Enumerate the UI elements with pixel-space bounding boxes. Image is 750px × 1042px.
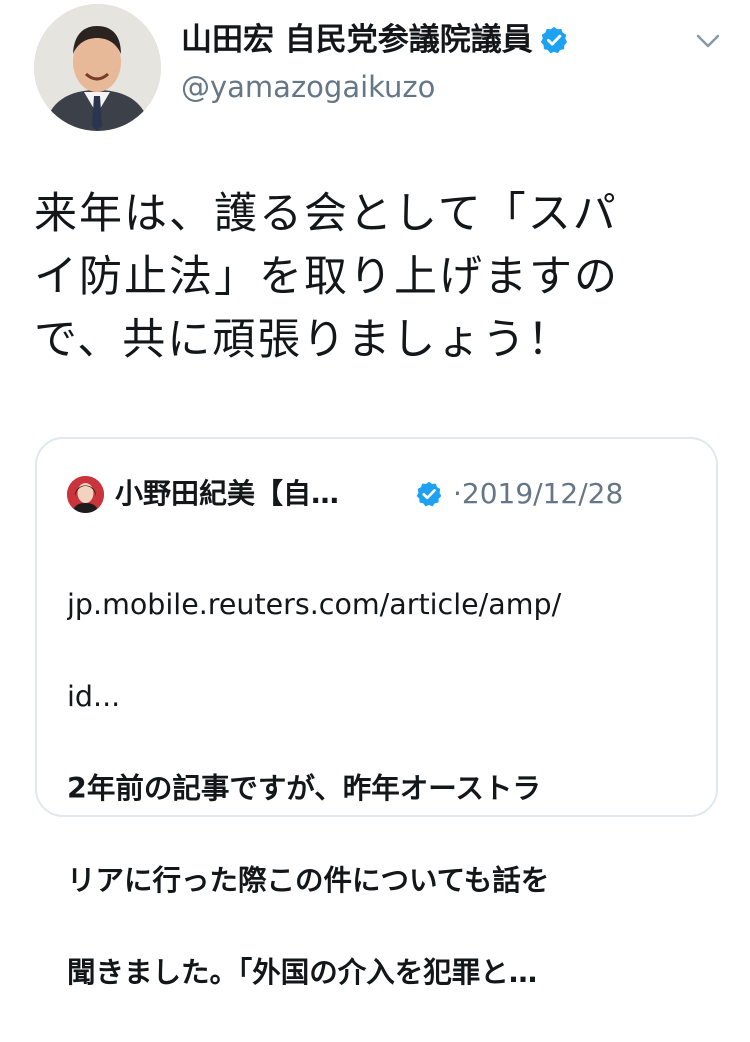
- quoted-text-line-3: 聞きました。「外国の介入を犯罪と…: [67, 956, 538, 989]
- quoted-tweet-card[interactable]: 小野田紀美【自… ·2019/12/28 jp.mobile.reuters.c…: [35, 437, 718, 989]
- date-text[interactable]: 2019/12/28: [462, 477, 623, 510]
- quoted-tweet-date[interactable]: ·2019/12/28: [453, 474, 623, 514]
- quoted-link-line-1[interactable]: jp.mobile.reuters.com/article/amp/: [67, 582, 695, 628]
- author-handle[interactable]: @yamazogaikuzo: [181, 68, 435, 106]
- author-name-text[interactable]: 山田宏 自民党参議院議員: [181, 22, 533, 58]
- author-display-name[interactable]: 山田宏 自民党参議院議員: [181, 20, 569, 65]
- author-avatar[interactable]: [34, 4, 161, 131]
- quoted-author-name[interactable]: 小野田紀美【自…: [115, 474, 339, 514]
- verified-badge-icon: [539, 25, 569, 65]
- quoted-author-avatar: [67, 476, 104, 513]
- verified-badge-icon: [415, 480, 443, 512]
- quoted-link-line-2[interactable]: id...: [67, 674, 695, 720]
- quoted-text-line-2: リアに行った際この件についても話を: [67, 864, 550, 897]
- tweet-text: 来年は、護る会として「スパ イ防止法」を取り上げますの で、共に頑張りましょう！: [34, 189, 619, 365]
- date-separator: ·: [453, 477, 462, 510]
- quoted-tweet-body: jp.mobile.reuters.com/article/amp/ id...…: [67, 536, 695, 1042]
- quoted-text-line-1: 2年前の記事ですが、昨年オーストラ: [67, 772, 541, 805]
- chevron-down-icon[interactable]: [694, 30, 722, 52]
